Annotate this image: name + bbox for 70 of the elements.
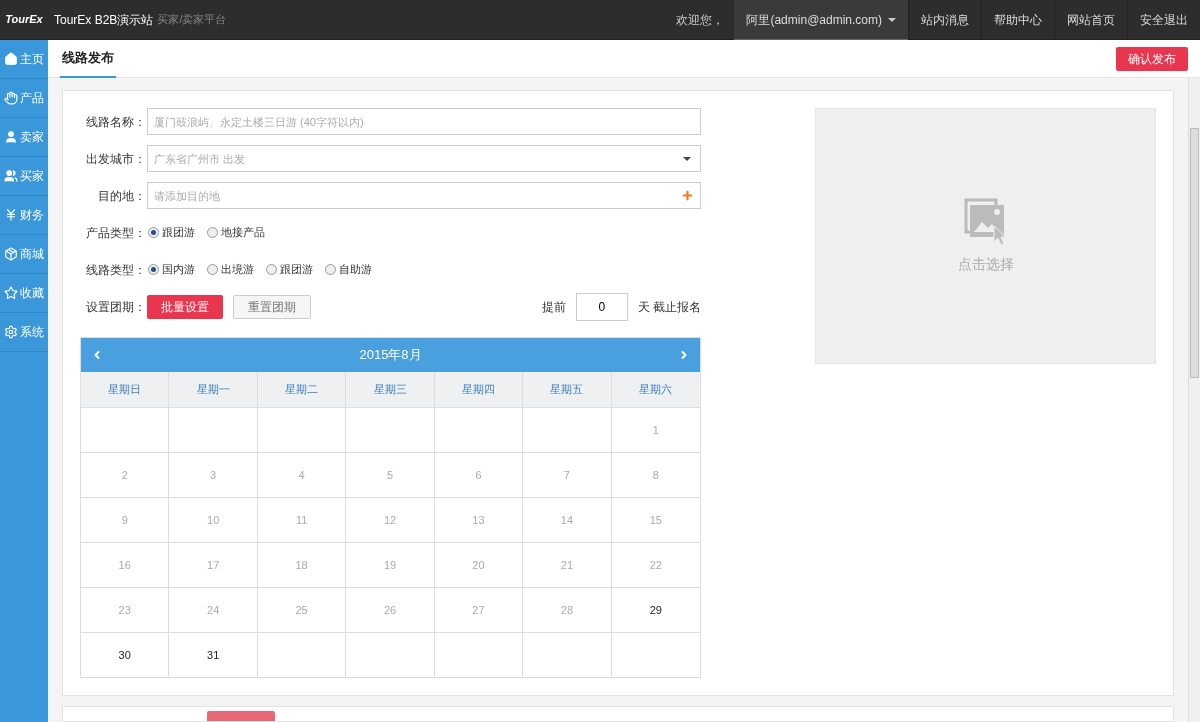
field-label: 线路类型： bbox=[85, 261, 146, 279]
user-menu[interactable]: 阿里(admin@admin.com) bbox=[734, 0, 908, 41]
box-icon bbox=[4, 247, 18, 261]
welcome-text: 欢迎您， bbox=[676, 11, 725, 29]
logo[interactable]: TourEx bbox=[0, 11, 48, 28]
yen-icon bbox=[4, 208, 18, 222]
publish-button[interactable]: 确认发布 bbox=[1116, 46, 1188, 71]
weekday-header: 星期六 bbox=[638, 382, 674, 398]
radio-label: 国内游 bbox=[162, 262, 195, 278]
users-icon bbox=[4, 169, 18, 183]
radio-label: 地接产品 bbox=[221, 225, 265, 241]
month-title: 2015年8月 bbox=[359, 346, 422, 365]
sidebar-item[interactable]: 产品 bbox=[0, 79, 48, 118]
reset-button[interactable]: 重置团期 bbox=[233, 295, 311, 319]
calendar-day[interactable]: 30 bbox=[81, 633, 170, 677]
input-field[interactable]: 请添加目的地 bbox=[147, 182, 702, 209]
caret-icon bbox=[683, 157, 692, 161]
calendar-day[interactable]: 29 bbox=[611, 588, 701, 632]
scrollbar-thumb[interactable] bbox=[1190, 128, 1199, 378]
caret-icon bbox=[888, 17, 896, 22]
add-icon[interactable] bbox=[681, 189, 695, 202]
radio-button[interactable] bbox=[148, 227, 159, 238]
calendar-day[interactable]: 31 bbox=[169, 633, 258, 677]
weekday-header: 星期日 bbox=[81, 372, 170, 407]
site-title: TourEx B2B演示站 bbox=[54, 11, 154, 29]
nav-link[interactable]: 帮助中心 bbox=[981, 0, 1054, 40]
radio-label: 跟团游 bbox=[280, 262, 313, 278]
sidebar-item[interactable]: 买家 bbox=[0, 157, 48, 196]
radio-button[interactable] bbox=[148, 264, 159, 275]
city-select[interactable]: 广东省广州市 出发 bbox=[147, 145, 702, 172]
radio-button[interactable] bbox=[325, 264, 336, 275]
sidebar-item[interactable]: 系统 bbox=[0, 313, 48, 352]
radio-label: 跟团游 bbox=[162, 225, 195, 241]
radio-label: 出境游 bbox=[221, 262, 254, 278]
radio-button[interactable] bbox=[266, 264, 277, 275]
radio-label: 自助游 bbox=[339, 262, 372, 278]
user-icon bbox=[4, 130, 18, 144]
field-label: 设置团期： bbox=[85, 299, 146, 316]
advance-label: 提前 bbox=[541, 299, 566, 316]
radio-button[interactable] bbox=[207, 264, 218, 275]
site-subtitle: 买家/卖家平台 bbox=[157, 12, 227, 28]
sidebar-item[interactable]: 收藏 bbox=[0, 274, 48, 313]
radio-button[interactable] bbox=[207, 227, 218, 238]
field-label: 目的地： bbox=[97, 187, 146, 205]
hand-icon bbox=[4, 91, 18, 105]
weekday-header: 星期五 bbox=[523, 372, 612, 407]
sidebar-item[interactable]: 商城 bbox=[0, 235, 48, 274]
nav-link[interactable]: 网站首页 bbox=[1054, 0, 1127, 40]
weekday-header: 星期二 bbox=[257, 372, 347, 407]
nav-link[interactable]: 站内消息 bbox=[908, 0, 981, 40]
image-cursor-icon bbox=[963, 197, 1008, 246]
weekday-header: 星期一 bbox=[169, 372, 258, 407]
days-input[interactable]: 0 bbox=[575, 293, 628, 321]
deadline-label: 天 截止报名 bbox=[637, 299, 702, 316]
field-label: 产品类型： bbox=[85, 224, 146, 242]
sidebar-item[interactable]: 卖家 bbox=[0, 118, 48, 157]
field-label: 线路名称： bbox=[85, 113, 146, 131]
scrollbar[interactable] bbox=[1188, 78, 1200, 722]
star-icon bbox=[4, 286, 18, 300]
weekday-header: 星期三 bbox=[346, 372, 435, 407]
weekday-header: 星期四 bbox=[434, 372, 524, 407]
picker-label: 点击选择 bbox=[957, 255, 1014, 274]
field-label: 出发城市： bbox=[85, 150, 146, 168]
image-picker[interactable]: 点击选择 bbox=[815, 108, 1156, 364]
settings-icon bbox=[4, 325, 18, 339]
page-tab[interactable]: 线路发布 bbox=[60, 39, 116, 78]
nav-link[interactable]: 安全退出 bbox=[1127, 0, 1200, 40]
sidebar-item[interactable]: 财务 bbox=[0, 196, 48, 235]
home-icon bbox=[4, 52, 18, 66]
batch-set-button[interactable]: 批量设置 bbox=[147, 295, 223, 319]
